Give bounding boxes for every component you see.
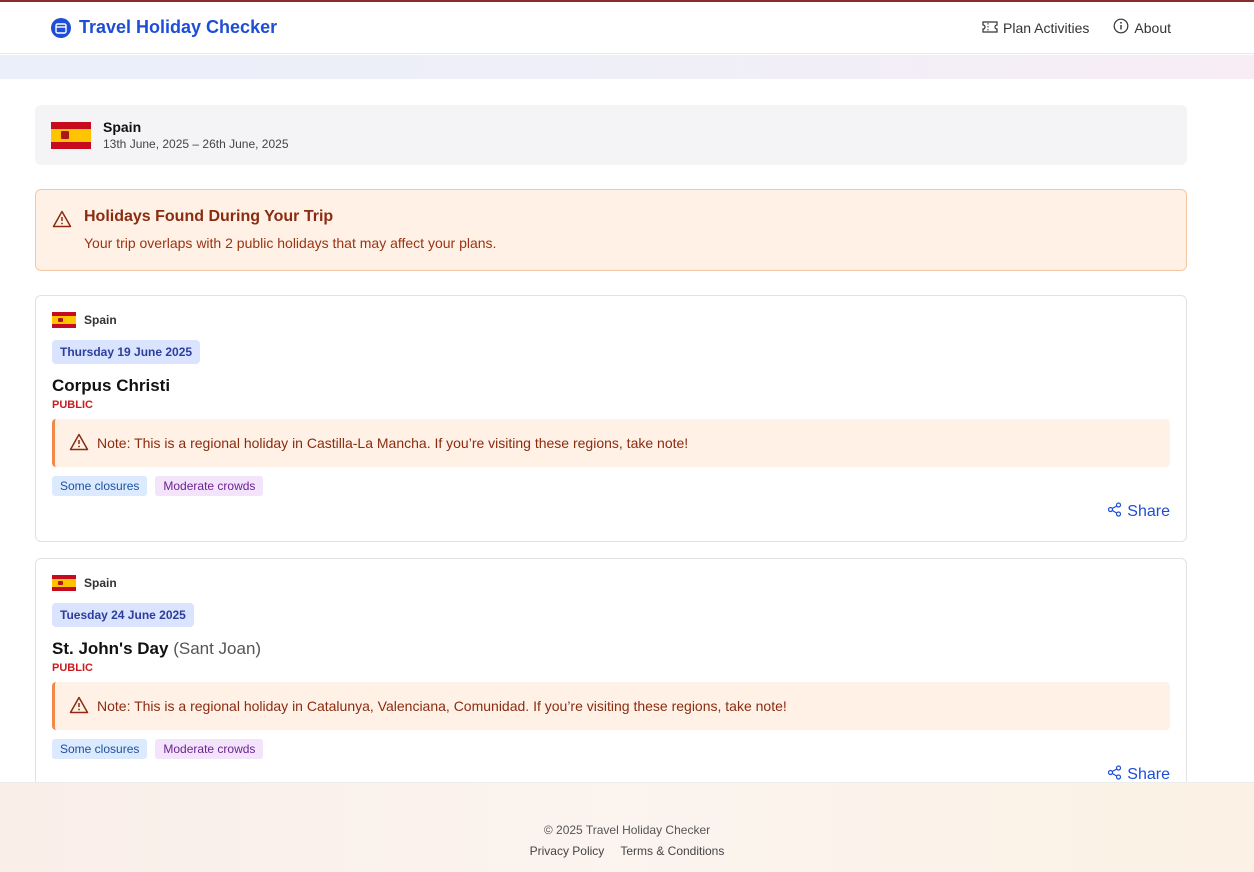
- note-text: Note: This is a regional holiday in Cata…: [97, 698, 787, 714]
- warning-icon: [52, 210, 72, 233]
- share-label: Share: [1127, 503, 1170, 520]
- holiday-date-badge: Tuesday 24 June 2025: [52, 603, 194, 627]
- nav-plan-activities[interactable]: Plan Activities: [982, 20, 1089, 36]
- brand-title: Travel Holiday Checker: [79, 17, 278, 37]
- footer-links: Privacy Policy Terms & Conditions: [0, 844, 1254, 858]
- share-button[interactable]: Share: [1107, 502, 1170, 522]
- ticket-icon: [982, 20, 998, 36]
- holiday-name: Corpus Christi: [52, 376, 1170, 396]
- holiday-type: PUBLIC: [52, 662, 93, 674]
- holiday-type: PUBLIC: [52, 399, 93, 411]
- brand[interactable]: Travel Holiday Checker: [51, 17, 277, 38]
- spain-flag-icon: [52, 575, 76, 591]
- trip-summary: Spain 13th June, 2025 – 26th June, 2025: [35, 105, 1187, 165]
- note-text: Note: This is a regional holiday in Cast…: [97, 435, 689, 451]
- card-country-label: Spain: [84, 313, 117, 327]
- footer: © 2025 Travel Holiday Checker Privacy Po…: [0, 782, 1254, 872]
- nav-about[interactable]: About: [1113, 18, 1171, 37]
- header-gradient-strip: [0, 55, 1254, 79]
- share-icon: [1107, 502, 1122, 522]
- holiday-local-name: (Sant Joan): [173, 639, 262, 658]
- impact-tags: Some closures Moderate crowds: [52, 476, 1170, 496]
- info-icon: [1113, 18, 1129, 37]
- nav-label: Plan Activities: [1003, 19, 1090, 36]
- terms-link[interactable]: Terms & Conditions: [620, 844, 724, 858]
- trip-dates: 13th June, 2025 – 26th June, 2025: [103, 137, 289, 151]
- holiday-date-badge: Thursday 19 June 2025: [52, 340, 201, 364]
- impact-tags: Some closures Moderate crowds: [52, 739, 1170, 759]
- tag-crowds: Moderate crowds: [155, 476, 264, 496]
- card-country: Spain: [52, 312, 1170, 328]
- app-header: Travel Holiday Checker Plan Activities A…: [0, 2, 1254, 54]
- regional-note: Note: This is a regional holiday in Cast…: [52, 419, 1170, 467]
- spain-flag-icon: [52, 312, 76, 328]
- holiday-name: St. John's Day (Sant Joan): [52, 639, 1170, 659]
- holiday-card: Spain Tuesday 24 June 2025 St. John's Da…: [35, 558, 1187, 805]
- alert-text: Your trip overlaps with 2 public holiday…: [84, 235, 497, 251]
- copyright: © 2025 Travel Holiday Checker: [543, 823, 711, 837]
- trip-country: Spain: [103, 119, 142, 135]
- calendar-icon: [51, 17, 71, 38]
- tag-crowds: Moderate crowds: [155, 739, 264, 759]
- card-country-label: Spain: [84, 576, 117, 590]
- nav-label: About: [1134, 19, 1171, 36]
- regional-note: Note: This is a regional holiday in Cata…: [52, 682, 1170, 730]
- holidays-alert: Holidays Found During Your Trip Your tri…: [35, 189, 1187, 271]
- main-nav: Plan Activities About: [982, 18, 1171, 37]
- tag-closures: Some closures: [52, 476, 148, 496]
- spain-flag-icon: [51, 121, 91, 149]
- warning-icon: [69, 433, 89, 454]
- alert-title: Holidays Found During Your Trip: [84, 208, 334, 225]
- privacy-policy-link[interactable]: Privacy Policy: [530, 844, 605, 858]
- holiday-name-text: St. John's Day: [52, 639, 169, 658]
- warning-icon: [69, 696, 89, 717]
- holiday-card: Spain Thursday 19 June 2025 Corpus Chris…: [35, 295, 1187, 542]
- tag-closures: Some closures: [52, 739, 148, 759]
- card-country: Spain: [52, 575, 1170, 591]
- holiday-name-text: Corpus Christi: [52, 376, 171, 395]
